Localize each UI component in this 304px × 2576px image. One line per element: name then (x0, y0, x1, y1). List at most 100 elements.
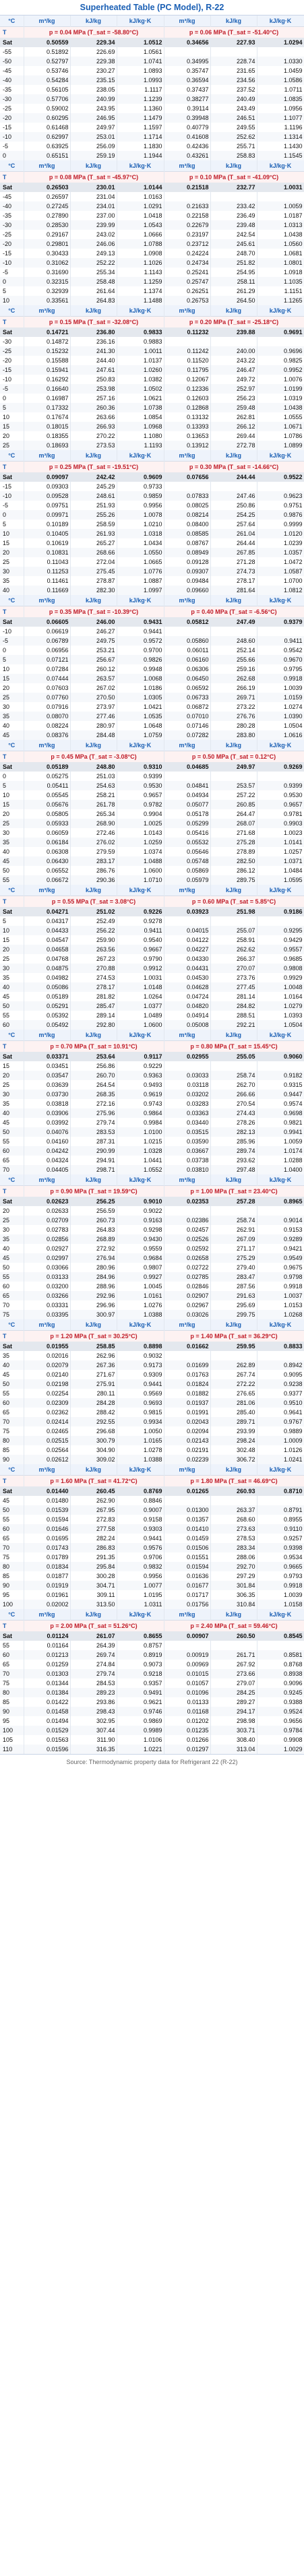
unit-header: kJ/kg·K (257, 305, 304, 317)
table-row: 80 0.01384 289.23 0.9491 0.01096 284.25 0.9245 (0, 1688, 304, 1697)
temperature-cell: 25 (0, 693, 24, 702)
temperature-cell: 75 (0, 1426, 24, 1436)
value-cell: 1.0319 (257, 394, 304, 403)
value-cell: 230.27 (70, 66, 117, 75)
value-cell: 309.02 (70, 1455, 117, 1464)
value-cell: 0.9798 (257, 1272, 304, 1282)
value-cell: 266.93 (70, 422, 117, 431)
temperature-cell: -45 (0, 192, 24, 201)
value-cell: 0.01882 (164, 1389, 211, 1398)
temperature-cell: 80 (0, 1562, 24, 1571)
value-cell: 280.97 (70, 721, 117, 730)
value-cell: 1.1151 (257, 286, 304, 296)
value-cell: 0.9399 (257, 781, 304, 790)
unit-header: kJ/kg (210, 740, 257, 751)
unit-header: m³/kg (164, 450, 211, 462)
value-cell (257, 627, 304, 636)
value-cell (164, 192, 211, 201)
value-cell (210, 192, 257, 201)
value-cell: 0.09128 (164, 557, 211, 567)
value-cell (257, 1351, 304, 1360)
value-cell: 0.9989 (117, 1726, 164, 1735)
value-cell: 1.0195 (117, 1590, 164, 1600)
value-cell: 273.66 (210, 1669, 257, 1678)
value-cell: 303.71 (210, 1726, 257, 1735)
value-cell: 0.00919 (164, 1650, 211, 1660)
value-cell: 300.79 (70, 1436, 117, 1445)
value-cell: 0.08585 (164, 529, 211, 538)
value-cell: 0.21518 (164, 183, 211, 192)
temperature-cell: 15 (0, 935, 24, 945)
value-cell: 0.02457 (164, 1225, 211, 1234)
temperature-cell: -20 (0, 239, 24, 249)
temperature-cell: 20 (0, 1206, 24, 1216)
value-cell: 286.12 (210, 866, 257, 875)
value-cell: 1.0045 (117, 1282, 164, 1291)
temperature-cell: 60 (0, 1524, 24, 1534)
value-cell: 0.9641 (257, 1408, 304, 1417)
temperature-cell: 50 (0, 1379, 24, 1389)
unit-header: kJ/kg (70, 15, 117, 27)
temperature-cell: 90 (0, 1707, 24, 1716)
table-row: 15 0.03451 256.86 0.9229 (0, 1061, 304, 1071)
value-cell: 0.9693 (117, 1398, 164, 1408)
value-cell (257, 47, 304, 57)
value-cell: 252.49 (70, 916, 117, 926)
value-cell: 243.95 (70, 104, 117, 113)
value-cell: 1.0186 (117, 683, 164, 693)
pressure-symbol: T (0, 1475, 24, 1486)
value-cell: 0.9623 (257, 491, 304, 501)
unit-header: kJ/kg·K (257, 160, 304, 172)
value-cell: 1.1545 (257, 151, 304, 160)
temperature-cell: 45 (0, 730, 24, 740)
value-cell: 260.50 (210, 1631, 257, 1641)
table-row: 50 0.06552 286.76 1.0600 0.05869 286.12 1.0484 (0, 866, 304, 875)
value-cell: 1.0025 (117, 819, 164, 828)
value-cell: 289.75 (210, 875, 257, 885)
table-row: -35 0.56105 238.05 1.1117 0.37437 237.52 1.071… (0, 85, 304, 94)
temperature-cell: -5 (0, 501, 24, 510)
value-cell: 0.07282 (164, 730, 211, 740)
pressure-left: p = 1.60 MPa (T_sat = 41.72°C) (24, 1475, 164, 1486)
value-cell: 258.83 (210, 151, 257, 160)
value-cell: 0.9912 (117, 964, 164, 973)
value-cell: 1.1026 (117, 258, 164, 268)
value-cell: 0.54284 (24, 75, 71, 85)
value-cell: 0.04330 (164, 954, 211, 964)
pressure-symbol: T (0, 1185, 24, 1197)
value-cell: 304.90 (70, 1445, 117, 1455)
unit-header: kJ/kg·K (257, 1174, 304, 1186)
value-cell (210, 916, 257, 926)
temperature-cell: 85 (0, 1571, 24, 1581)
value-cell: 0.51892 (24, 47, 71, 57)
value-cell: 0.01539 (24, 1505, 71, 1515)
value-cell: 0.9238 (257, 1379, 304, 1389)
temperature-cell: 40 (0, 586, 24, 595)
value-cell: 0.9698 (257, 1108, 304, 1118)
value-cell: 0.01877 (24, 1571, 71, 1581)
value-cell: 284.82 (210, 1001, 257, 1011)
value-cell (210, 1496, 257, 1505)
table-row: -5 0.09751 251.93 0.9956 0.08025 250.86 0.9751 (0, 501, 304, 510)
temperature-cell: 25 (0, 1080, 24, 1090)
value-cell: 1.0776 (117, 567, 164, 576)
unit-header: kJ/kg (70, 1319, 117, 1331)
table-row: 25 0.07760 270.50 1.0305 0.06733 269.71 1.0159 (0, 693, 304, 702)
value-cell: 0.04076 (24, 1127, 71, 1137)
value-cell: 0.08949 (164, 548, 211, 557)
value-cell: 260.93 (210, 1486, 257, 1496)
value-cell: 239.48 (210, 220, 257, 230)
value-cell: 1.0918 (257, 268, 304, 277)
temperature-cell: -5 (0, 268, 24, 277)
value-cell: 0.9691 (257, 327, 304, 337)
table-row: -15 0.09303 245.29 0.9733 (0, 482, 304, 491)
value-cell: 255.66 (210, 655, 257, 664)
value-cell: 243.22 (210, 356, 257, 365)
value-cell: 1.1360 (117, 104, 164, 113)
value-cell: 0.9060 (257, 1052, 304, 1061)
value-cell: 1.0421 (117, 702, 164, 712)
value-cell: 0.9163 (117, 1216, 164, 1225)
value-cell: 0.01303 (24, 1669, 71, 1678)
value-cell: 292.96 (70, 1291, 117, 1300)
value-cell: 0.07444 (24, 674, 71, 683)
